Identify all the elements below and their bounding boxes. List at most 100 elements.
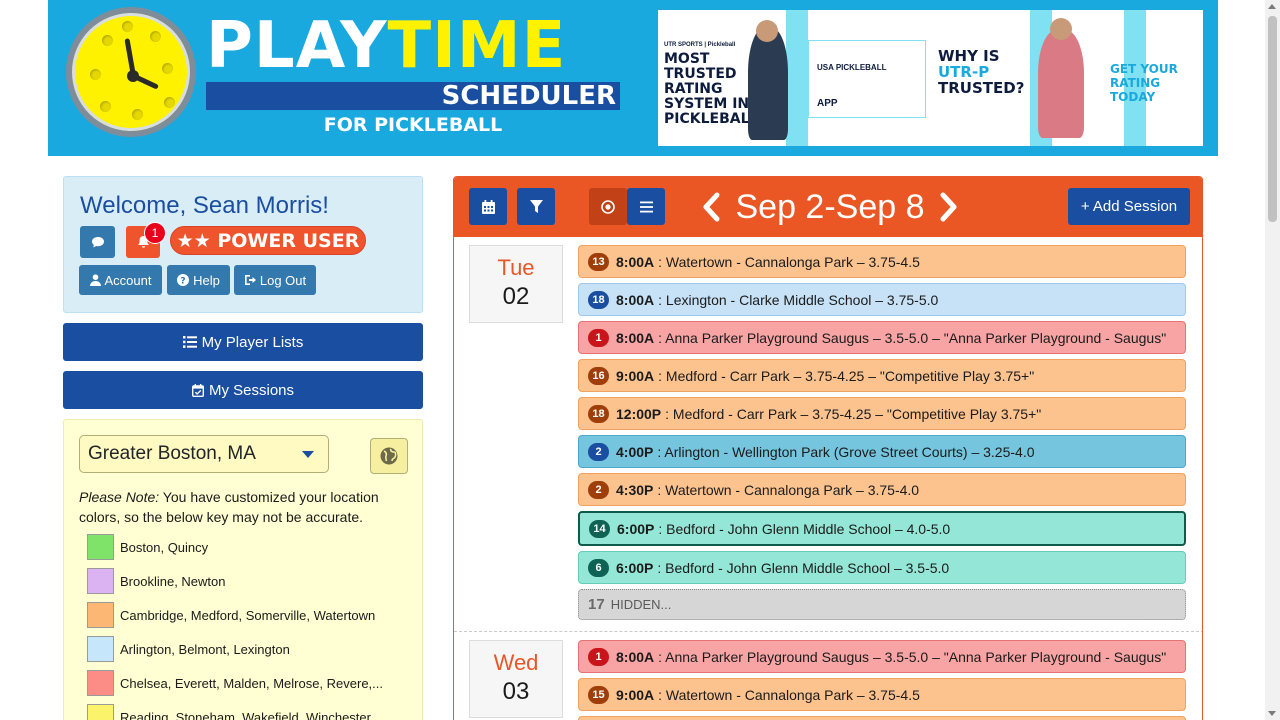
my-sessions-button[interactable]: My Sessions <box>63 371 423 409</box>
my-sessions-label: My Sessions <box>208 381 295 399</box>
hidden-count: 17 <box>588 596 605 613</box>
player-image-icon <box>1038 30 1084 138</box>
page-scrollbar[interactable] <box>1265 0 1280 720</box>
key-color-swatch <box>87 670 114 696</box>
session-time: 6:00P <box>617 520 655 537</box>
player-count-badge: 2 <box>588 442 609 461</box>
key-color-swatch <box>87 636 114 662</box>
caret-down-icon <box>302 451 314 458</box>
account-label: Account <box>104 272 152 288</box>
logout-button[interactable]: Log Out <box>234 265 316 295</box>
dot-circle-icon <box>601 199 615 214</box>
session-item[interactable]: 15 9:00A : Watertown - Cannalonga Park –… <box>578 678 1186 711</box>
my-player-lists-button[interactable]: My Player Lists <box>63 323 423 361</box>
session-details: : Anna Parker Playground Saugus – 3.5-5.… <box>658 648 1167 665</box>
bars-icon <box>639 201 653 212</box>
filter-icon <box>529 199 543 213</box>
filter-button[interactable] <box>517 188 555 225</box>
player-count-badge: 18 <box>588 290 609 309</box>
logo-title: PLAYTIME <box>206 9 567 83</box>
player-count-badge: 2 <box>588 480 609 499</box>
session-details: : Anna Parker Playground Saugus – 3.5-5.… <box>658 329 1167 346</box>
session-time: 8:00A <box>616 648 655 665</box>
logo-subtitle: SCHEDULER <box>206 82 620 110</box>
chevron-right-icon[interactable] <box>939 192 959 222</box>
session-time: 8:00A <box>616 291 655 308</box>
location-note: Please Note: You have customized your lo… <box>79 489 379 525</box>
session-item[interactable]: 2 4:00P : Arlington - Wellington Park (G… <box>578 435 1186 468</box>
globe-icon <box>380 447 398 465</box>
messages-button[interactable] <box>80 226 115 258</box>
key-color-swatch <box>87 534 114 560</box>
session-item[interactable]: 13 8:00A : Watertown - Cannalonga Park –… <box>578 245 1186 278</box>
site-logo[interactable]: PLAYTIME SCHEDULER FOR PICKLEBALL <box>206 14 620 136</box>
session-item[interactable]: 18 12:00P : Medford - Carr Park – 3.75-4… <box>578 397 1186 430</box>
session-details: : Bedford - John Glenn Middle School – 4… <box>658 520 951 537</box>
location-value: Greater Boston, MA <box>88 443 256 464</box>
list-view-toggle[interactable] <box>627 188 665 225</box>
date-card: Wed 03 <box>469 640 563 718</box>
day-number: 02 <box>502 283 530 310</box>
session-item[interactable]: 1 8:00A : Anna Parker Playground Saugus … <box>578 640 1186 673</box>
session-item[interactable]: 1 8:00A : Anna Parker Playground Saugus … <box>578 321 1186 354</box>
svg-text:?: ? <box>181 277 186 287</box>
session-item-selected[interactable]: 14 6:00P : Bedford - John Glenn Middle S… <box>578 511 1186 546</box>
session-item[interactable] <box>578 716 1186 720</box>
user-icon <box>89 274 101 286</box>
add-session-button[interactable]: + Add Session <box>1068 188 1190 225</box>
chat-icon <box>91 236 104 247</box>
player-count-badge: 16 <box>588 366 609 385</box>
pickleball-clock-logo-icon[interactable] <box>66 7 196 137</box>
player-count-badge: 1 <box>588 647 609 666</box>
session-details: : Watertown - Cannalonga Park – 3.75-4.5 <box>658 686 920 703</box>
day-of-week: Tue <box>497 255 535 280</box>
scroll-up-icon[interactable] <box>1268 4 1276 9</box>
ad-headline: MOST TRUSTED RATING SYSTEM IN PICKLEBALL <box>664 51 759 127</box>
session-item[interactable]: 6 6:00P : Bedford - John Glenn Middle Sc… <box>578 551 1186 584</box>
session-details: : Watertown - Cannalonga Park – 3.75-4.0 <box>657 481 920 498</box>
utr-advertisement[interactable]: UTR SPORTS | Pickleball MOST TRUSTED RAT… <box>658 10 1203 146</box>
scroll-down-icon[interactable] <box>1268 711 1276 716</box>
my-player-lists-label: My Player Lists <box>201 333 304 351</box>
player-image-icon <box>748 28 788 140</box>
help-button[interactable]: ? Help <box>167 265 230 295</box>
location-select[interactable]: Greater Boston, MA <box>79 435 329 473</box>
key-color-swatch <box>87 704 114 720</box>
location-globe-button[interactable] <box>370 438 408 474</box>
session-time: 4:30P <box>616 481 654 498</box>
date-range-nav: Sep 2-Sep 8 <box>694 183 966 231</box>
location-key-item: Arlington, Belmont, Lexington <box>87 636 290 662</box>
session-item[interactable]: 2 4:30P : Watertown - Cannalonga Park – … <box>578 473 1186 506</box>
scrollbar-thumb[interactable] <box>1268 16 1277 222</box>
calendar-toolbar: Sep 2-Sep 8 + Add Session <box>454 177 1202 237</box>
session-time: 9:00A <box>616 367 655 384</box>
session-time: 6:00P <box>616 559 654 576</box>
session-item[interactable]: 16 9:00A : Medford - Carr Park – 3.75-4.… <box>578 359 1186 392</box>
session-details: : Medford - Carr Park – 3.75-4.25 – "Com… <box>665 405 1042 422</box>
hidden-sessions-toggle[interactable]: 17 HIDDEN... <box>578 589 1186 620</box>
ad-question: WHY IS UTR-P TRUSTED? <box>938 47 1025 97</box>
session-time: 8:00A <box>616 253 655 270</box>
logout-label: Log Out <box>259 272 307 288</box>
question-circle-icon: ? <box>177 274 190 287</box>
session-time: 8:00A <box>616 329 655 346</box>
session-details: : Lexington - Clarke Middle School – 3.7… <box>658 291 939 308</box>
session-details: : Medford - Carr Park – 3.75-4.25 – "Com… <box>658 367 1035 384</box>
calendar-view-button[interactable] <box>469 188 507 225</box>
session-calendar: Sep 2-Sep 8 + Add Session Tue 02 13 8:00… <box>453 176 1203 720</box>
calendar-icon <box>481 199 495 214</box>
session-item[interactable]: 18 8:00A : Lexington - Clarke Middle Sch… <box>578 283 1186 316</box>
focus-view-toggle[interactable] <box>589 188 627 225</box>
chevron-left-icon[interactable] <box>701 192 721 222</box>
location-panel: Greater Boston, MA Please Note: You have… <box>63 419 423 720</box>
logo-tagline: FOR PICKLEBALL <box>323 114 503 136</box>
player-count-badge: 13 <box>588 252 609 271</box>
hidden-label: HIDDEN... <box>610 597 672 612</box>
session-details: : Watertown - Cannalonga Park – 3.75-4.5 <box>658 253 920 270</box>
account-button[interactable]: Account <box>79 265 162 295</box>
ad-comparison: USA PICKLEBALL APP <box>808 40 926 118</box>
day-number: 03 <box>502 678 530 705</box>
session-time: 12:00P <box>616 405 662 422</box>
welcome-heading: Welcome, Sean Morris! <box>80 192 329 219</box>
help-label: Help <box>193 272 220 288</box>
